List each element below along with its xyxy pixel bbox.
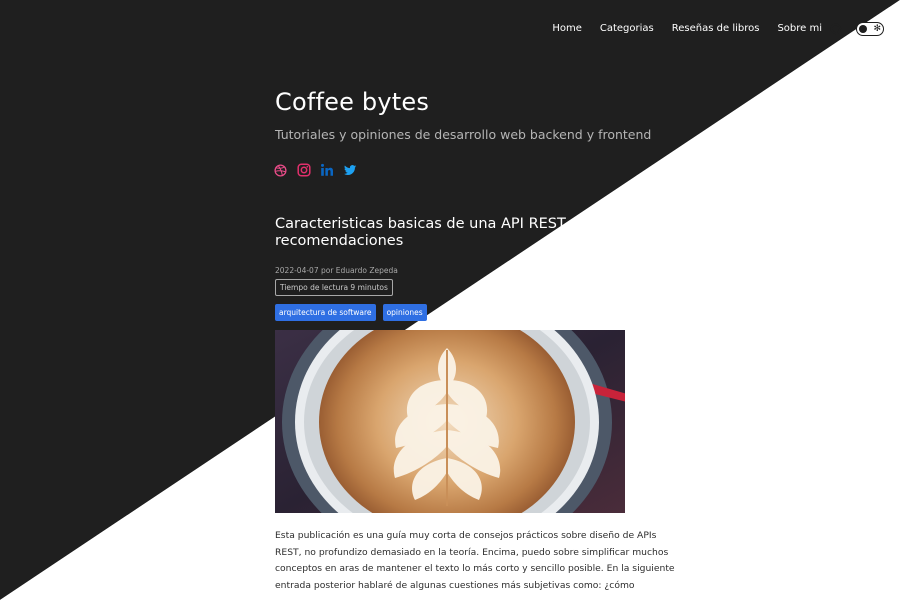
- toggle-knob: [858, 24, 867, 33]
- social-links: [274, 162, 357, 177]
- post-body-line: conceptos en aras de mantener el texto l…: [275, 563, 675, 575]
- tag-arquitectura[interactable]: arquitectura de software: [275, 304, 376, 321]
- nav-categorias[interactable]: Categorias: [600, 21, 654, 37]
- sun-icon: ✻: [873, 24, 881, 34]
- site-subtitle: Tutoriales y opiniones de desarrollo web…: [275, 127, 652, 142]
- twitter-icon[interactable]: [343, 162, 357, 176]
- post-body: Esta publicación es una guía muy corta d…: [275, 528, 675, 595]
- post-body-line: entrada posterior hablaré de algunas cue…: [275, 580, 635, 592]
- search-icon[interactable]: [830, 22, 845, 38]
- theme-toggle[interactable]: ✻: [856, 22, 884, 36]
- reading-time-badge: Tiempo de lectura 9 minutos: [275, 279, 393, 296]
- nav-home[interactable]: Home: [552, 21, 582, 37]
- linkedin-icon[interactable]: [320, 162, 334, 176]
- site-title[interactable]: Coffee bytes: [275, 88, 429, 116]
- post-meta: 2022-04-07 por Eduardo Zepeda: [275, 266, 398, 275]
- nav-resenas[interactable]: Reseñas de libros: [672, 21, 760, 37]
- post-tags: arquitectura de software opiniones: [275, 304, 427, 321]
- post-body-line: Esta publicación es una guía muy corta d…: [275, 530, 657, 541]
- post-title[interactable]: Caracteristicas basicas de una API REST …: [275, 216, 625, 250]
- post-body-line: REST, no profundizo demasiado en la teor…: [275, 546, 669, 558]
- nav-sobre-mi[interactable]: Sobre mi: [777, 21, 822, 37]
- main-nav: Home Categorias Reseñas de libros Sobre …: [552, 21, 884, 38]
- page: Home Categorias Reseñas de libros Sobre …: [0, 0, 900, 600]
- dribbble-icon[interactable]: [274, 162, 288, 177]
- latte-art-coffee-image: [275, 330, 625, 513]
- tag-opiniones[interactable]: opiniones: [382, 304, 427, 321]
- instagram-icon[interactable]: [297, 162, 311, 177]
